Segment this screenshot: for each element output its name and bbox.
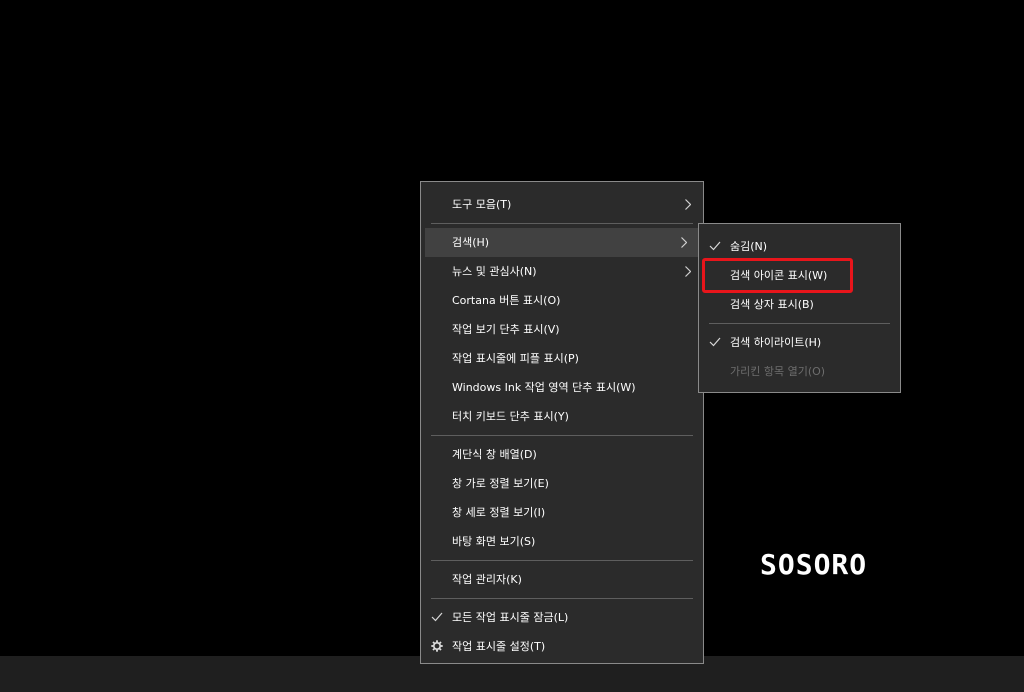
menu-item-label: 창 세로 정렬 보기(I) bbox=[452, 506, 546, 519]
menu-item-cascade[interactable]: 계단식 창 배열(D) bbox=[421, 440, 703, 469]
menu-item-label: 모든 작업 표시줄 잠금(L) bbox=[452, 611, 569, 624]
chevron-right-icon bbox=[683, 257, 693, 286]
menu-item-label: 작업 관리자(K) bbox=[452, 573, 522, 586]
menu-item-label: 도구 모음(T) bbox=[452, 198, 512, 211]
submenu-item-show-search-box[interactable]: 검색 상자 표시(B) bbox=[699, 290, 900, 319]
chevron-right-icon bbox=[683, 190, 693, 219]
menu-item-task-manager[interactable]: 작업 관리자(K) bbox=[421, 565, 703, 594]
submenu-item-search-highlights[interactable]: 검색 하이라이트(H) bbox=[699, 328, 900, 357]
menu-item-show-desktop[interactable]: 바탕 화면 보기(S) bbox=[421, 527, 703, 556]
submenu-item-hidden[interactable]: 숨김(N) bbox=[699, 232, 900, 261]
menu-item-label: 작업 보기 단추 표시(V) bbox=[452, 323, 560, 336]
menu-item-label: 가리킨 항목 열기(O) bbox=[730, 365, 826, 378]
menu-item-label: 창 가로 정렬 보기(E) bbox=[452, 477, 549, 490]
submenu-item-open-hidden: 가리킨 항목 열기(O) bbox=[699, 357, 900, 386]
menu-item-search[interactable]: 검색(H) bbox=[425, 228, 699, 257]
menu-item-cortana[interactable]: Cortana 버튼 표시(O) bbox=[421, 286, 703, 315]
search-submenu: 숨김(N) 검색 아이콘 표시(W) 검색 상자 표시(B) 검색 하이라이트(… bbox=[698, 223, 901, 393]
menu-item-label: 작업 표시줄 설정(T) bbox=[452, 640, 546, 653]
menu-separator bbox=[431, 598, 693, 599]
menu-item-label: 검색 하이라이트(H) bbox=[730, 336, 822, 349]
menu-separator bbox=[709, 323, 890, 324]
menu-item-label: 바탕 화면 보기(S) bbox=[452, 535, 536, 548]
menu-item-label: 검색 아이콘 표시(W) bbox=[730, 269, 828, 282]
menu-item-label: 계단식 창 배열(D) bbox=[452, 448, 537, 461]
menu-item-touch-keyboard[interactable]: 터치 키보드 단추 표시(Y) bbox=[421, 402, 703, 431]
checkmark-icon bbox=[709, 232, 721, 261]
menu-item-people[interactable]: 작업 표시줄에 피플 표시(P) bbox=[421, 344, 703, 373]
menu-item-side-by-side[interactable]: 창 세로 정렬 보기(I) bbox=[421, 498, 703, 527]
checkmark-icon bbox=[431, 603, 443, 632]
menu-item-label: Windows Ink 작업 영역 단추 표시(W) bbox=[452, 381, 636, 394]
menu-separator bbox=[431, 435, 693, 436]
menu-item-label: 검색(H) bbox=[452, 236, 490, 249]
menu-item-label: 검색 상자 표시(B) bbox=[730, 298, 814, 311]
menu-separator bbox=[431, 223, 693, 224]
menu-item-label: Cortana 버튼 표시(O) bbox=[452, 294, 561, 307]
menu-item-news[interactable]: 뉴스 및 관심사(N) bbox=[421, 257, 703, 286]
checkmark-icon bbox=[709, 328, 721, 357]
watermark-text: SOSORO bbox=[760, 548, 868, 581]
menu-item-task-view[interactable]: 작업 보기 단추 표시(V) bbox=[421, 315, 703, 344]
chevron-right-icon bbox=[679, 228, 689, 257]
menu-item-label: 뉴스 및 관심사(N) bbox=[452, 265, 537, 278]
menu-item-label: 터치 키보드 단추 표시(Y) bbox=[452, 410, 569, 423]
menu-item-label: 숨김(N) bbox=[730, 240, 768, 253]
menu-separator bbox=[431, 560, 693, 561]
menu-item-taskbar-settings[interactable]: 작업 표시줄 설정(T) bbox=[421, 632, 703, 661]
menu-item-label: 작업 표시줄에 피플 표시(P) bbox=[452, 352, 579, 365]
submenu-item-show-search-icon[interactable]: 검색 아이콘 표시(W) bbox=[699, 261, 900, 290]
menu-item-toolbars[interactable]: 도구 모음(T) bbox=[421, 190, 703, 219]
gear-icon bbox=[431, 632, 443, 661]
menu-item-windows-ink[interactable]: Windows Ink 작업 영역 단추 표시(W) bbox=[421, 373, 703, 402]
menu-item-stacked[interactable]: 창 가로 정렬 보기(E) bbox=[421, 469, 703, 498]
menu-item-lock-taskbars[interactable]: 모든 작업 표시줄 잠금(L) bbox=[421, 603, 703, 632]
taskbar-context-menu: 도구 모음(T) 검색(H) 뉴스 및 관심사(N) Cortana 버튼 표시… bbox=[420, 181, 704, 664]
